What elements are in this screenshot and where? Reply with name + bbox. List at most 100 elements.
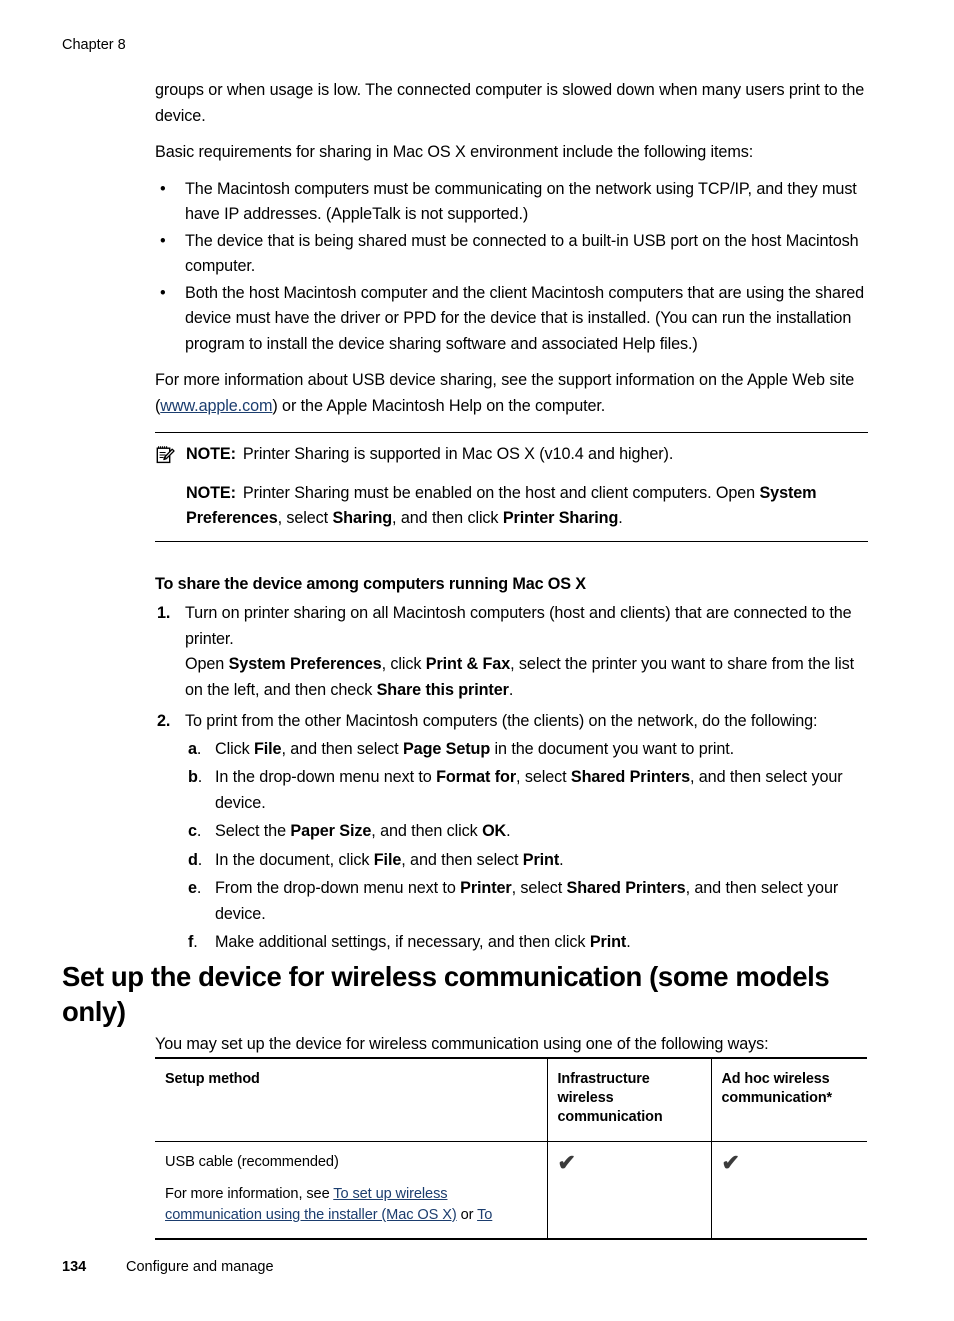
substep-text-part2: , and then click bbox=[371, 822, 483, 840]
step-number: 1. bbox=[157, 604, 171, 622]
substep-text-part2: , select bbox=[511, 879, 567, 897]
substep-text-part1: In the document, click bbox=[215, 850, 374, 869]
section-heading: Set up the device for wireless communica… bbox=[62, 961, 830, 1028]
note-text: Printer Sharing is supported in Mac OS X… bbox=[242, 445, 674, 463]
substep-a: a. Click File, and then select Page Setu… bbox=[185, 737, 868, 763]
note-bold-printer-sharing: Printer Sharing bbox=[502, 509, 619, 527]
bold-print: Print bbox=[589, 933, 627, 951]
paragraph-more-information: For more information about USB device sh… bbox=[155, 368, 868, 419]
cell-text-between-links: or bbox=[456, 1207, 478, 1223]
cell-text-more-information: For more information, see To set up wire… bbox=[165, 1184, 537, 1226]
substep-text-part3: in the document you want to print. bbox=[490, 739, 735, 758]
cell-adhoc-supported: ✔ bbox=[710, 1141, 867, 1240]
table-header-row: Setup method Infrastructure wireless com… bbox=[155, 1057, 867, 1142]
column-header-infrastructure: Infrastructure wireless communication bbox=[546, 1057, 711, 1142]
bold-system-preferences: System Preferences bbox=[228, 655, 382, 673]
substep-marker: d. bbox=[188, 850, 203, 869]
bold-format-for: Format for bbox=[436, 768, 517, 786]
note-text-part3: , and then click bbox=[392, 509, 503, 527]
bullet-text: The Macintosh computers must be communic… bbox=[185, 179, 857, 224]
bold-shared-printers: Shared Printers bbox=[566, 879, 686, 897]
step-text-line2-part2: , click bbox=[381, 655, 426, 673]
main-content: groups or when usage is low. The connect… bbox=[155, 78, 868, 959]
bold-paper-size: Paper Size bbox=[290, 822, 372, 840]
substep-letter: c bbox=[188, 822, 197, 840]
column-header-setup-method: Setup method bbox=[155, 1057, 547, 1142]
substep-d: d. In the document, click File, and then… bbox=[185, 848, 868, 874]
step-1: 1. Turn on printer sharing on all Macint… bbox=[155, 601, 868, 703]
wireless-to-link[interactable]: To bbox=[477, 1207, 492, 1223]
substep-c: c. Select the Paper Size, and then click… bbox=[185, 819, 868, 845]
footer-section-title: Configure and manage bbox=[126, 1259, 274, 1275]
cell-infrastructure-supported: ✔ bbox=[546, 1141, 711, 1240]
table-body: USB cable (recommended) For more informa… bbox=[155, 1141, 867, 1240]
substep-text-part1: Select the bbox=[215, 822, 291, 840]
step-text-line2-part1: Open bbox=[185, 655, 229, 673]
paragraph-basic-requirements: Basic requirements for sharing in Mac OS… bbox=[155, 143, 754, 161]
substep-letter: a bbox=[188, 739, 197, 758]
substep-marker: c. bbox=[188, 822, 202, 840]
substep-text-part1: Click bbox=[215, 739, 254, 758]
note-text-part2: , select bbox=[277, 509, 333, 527]
substep-marker: e. bbox=[188, 879, 202, 897]
procedure-steps-list: 1. Turn on printer sharing on all Macint… bbox=[155, 601, 868, 956]
page-footer: 134 Configure and manage bbox=[62, 1258, 274, 1276]
bullet-icon: • bbox=[160, 283, 166, 302]
note-second: NOTE: Printer Sharing must be enabled on … bbox=[155, 481, 868, 532]
table-head: Setup method Infrastructure wireless com… bbox=[155, 1057, 867, 1142]
substep-marker: f. bbox=[188, 933, 198, 951]
substep-letter: b bbox=[188, 768, 198, 786]
bullet-icon: • bbox=[160, 179, 166, 198]
list-item: • Both the host Macintosh computer and t… bbox=[155, 281, 868, 358]
chapter-header: Chapter 8 bbox=[62, 37, 126, 53]
substep-text-part2: , select bbox=[516, 768, 571, 786]
substep-text-part2: , and then select bbox=[281, 739, 403, 758]
substep-text-part2: , and then select bbox=[401, 850, 523, 869]
bold-page-setup: Page Setup bbox=[402, 739, 491, 758]
substep-marker: b. bbox=[188, 768, 203, 786]
substep-text-part1: In the drop-down menu next to bbox=[215, 768, 437, 786]
step-text-line1: Turn on printer sharing on all Macintosh… bbox=[185, 604, 852, 648]
list-item: • The Macintosh computers must be commun… bbox=[155, 177, 868, 228]
requirements-bullet-list: • The Macintosh computers must be commun… bbox=[155, 177, 868, 358]
substep-letter: d bbox=[188, 850, 198, 869]
substep-letter: e bbox=[188, 879, 197, 897]
note-text-part4: . bbox=[618, 509, 623, 527]
cell-text-usb-cable: USB cable (recommended) bbox=[165, 1154, 339, 1170]
procedure-heading: To share the device among computers runn… bbox=[155, 574, 586, 593]
setup-methods-table: Setup method Infrastructure wireless com… bbox=[155, 1057, 867, 1240]
bold-shared-printers: Shared Printers bbox=[570, 768, 690, 786]
procedure-substeps-list: a. Click File, and then select Page Setu… bbox=[185, 737, 868, 956]
step-number: 2. bbox=[157, 712, 171, 730]
bullet-icon: • bbox=[160, 231, 166, 250]
step-text-line1: To print from the other Macintosh comput… bbox=[185, 712, 818, 730]
note-label: NOTE: bbox=[186, 483, 236, 502]
apple-website-link[interactable]: www.apple.com bbox=[160, 397, 272, 415]
note-box: NOTE: Printer Sharing is supported in Mac… bbox=[155, 432, 868, 542]
substep-letter: f bbox=[188, 933, 194, 951]
bold-file: File bbox=[373, 850, 402, 869]
note-label: NOTE: bbox=[186, 445, 236, 463]
cell-text-before-link: For more information, see bbox=[165, 1186, 334, 1202]
note-bold-sharing: Sharing bbox=[332, 509, 393, 527]
paragraph-text-after-link: ) or the Apple Macintosh Help on the com… bbox=[272, 396, 606, 415]
note-pencil-icon bbox=[156, 445, 175, 464]
check-icon: ✔ bbox=[557, 1150, 576, 1175]
substep-text-part3: . bbox=[559, 850, 564, 869]
paragraph-intro-continued: groups or when usage is low. The connect… bbox=[155, 81, 865, 125]
bold-ok: OK bbox=[482, 822, 507, 840]
document-page: Chapter 8 groups or when usage is low. T… bbox=[0, 0, 954, 1321]
cell-setup-method: USB cable (recommended) For more informa… bbox=[155, 1141, 547, 1240]
column-header-adhoc: Ad hoc wireless communication* bbox=[710, 1057, 867, 1142]
substep-text-part2: . bbox=[626, 933, 631, 951]
bold-file: File bbox=[253, 739, 282, 758]
section-intro-paragraph: You may set up the device for wireless c… bbox=[155, 1035, 769, 1054]
check-icon: ✔ bbox=[721, 1150, 740, 1175]
substep-marker: a. bbox=[188, 739, 202, 758]
substep-text-part3: . bbox=[506, 822, 511, 840]
step-text-line2-part4: . bbox=[508, 680, 514, 699]
substep-b: b. In the drop-down menu next to Format … bbox=[185, 765, 868, 816]
list-item: • The device that is being shared must b… bbox=[155, 229, 868, 280]
note-first: NOTE: Printer Sharing is supported in Mac… bbox=[155, 442, 868, 468]
bullet-text: Both the host Macintosh computer and the… bbox=[185, 283, 865, 353]
